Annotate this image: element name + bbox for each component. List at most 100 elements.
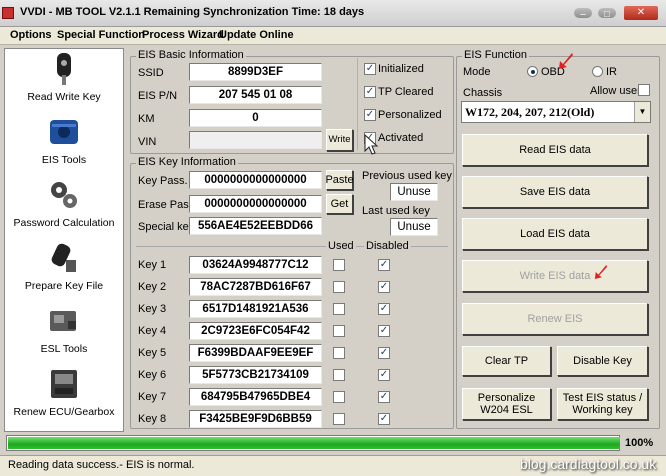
status-text: Reading data success.- EIS is normal. <box>8 459 195 471</box>
eis-pn-field[interactable]: 207 545 01 08 <box>189 86 322 104</box>
last-used-key-field: Unuse <box>390 218 438 236</box>
sidebar-item-read-write-key[interactable]: Read Write Key <box>5 49 123 111</box>
sidebar-item-label: ESL Tools <box>40 343 88 355</box>
sidebar-item-label: Password Calculation <box>13 217 115 229</box>
key-value-field[interactable]: 6517D1481921A536 <box>189 300 322 318</box>
key-disabled-checkbox[interactable]: ✓ <box>378 391 390 403</box>
minimize-icon: – <box>580 9 586 20</box>
key-value-field[interactable]: 2C9723E6FC054F42 <box>189 322 322 340</box>
key-disabled-checkbox[interactable]: ✓ <box>378 259 390 271</box>
close-button[interactable]: ✕ <box>624 6 658 20</box>
vin-write-button[interactable]: Write <box>326 129 353 151</box>
radio-dot <box>531 70 535 74</box>
key-label: Key 6 <box>138 369 167 381</box>
key-disabled-checkbox[interactable]: ✓ <box>378 281 390 293</box>
activated-label: Activated <box>378 132 424 144</box>
sidebar-item-label: EIS Tools <box>41 154 87 166</box>
key-value-field[interactable]: F6399BDAAF9EE9EF <box>189 344 322 362</box>
key-used-checkbox[interactable] <box>333 413 345 425</box>
tp-cleared-label: TP Cleared <box>378 86 434 98</box>
renew-eis-button[interactable]: Renew EIS <box>462 303 648 335</box>
sidebar-item-label: Prepare Key File <box>24 280 104 292</box>
key-file-icon <box>51 243 76 272</box>
personalized-checkbox: ✓ <box>364 109 376 121</box>
menu-special-function[interactable]: Special Function <box>57 29 145 41</box>
special-key-label: Special key <box>138 221 195 233</box>
previous-used-key-label: Previous used key <box>362 170 452 182</box>
key-disabled-checkbox[interactable]: ✓ <box>378 413 390 425</box>
key-disabled-checkbox[interactable]: ✓ <box>378 303 390 315</box>
personalize-w204-esl-button[interactable]: Personalize W204 ESL <box>462 388 551 420</box>
mouse-cursor-icon <box>364 134 379 155</box>
esl-module-icon <box>50 311 76 331</box>
car-key-icon <box>57 53 71 85</box>
chassis-label: Chassis <box>463 87 503 99</box>
sidebar-item-eis-tools[interactable]: EIS Tools <box>5 112 123 174</box>
key-used-checkbox[interactable] <box>333 259 345 271</box>
key-pass-field[interactable]: 0000000000000000 <box>189 171 322 189</box>
key-value-field[interactable]: 78AC7287BD616F67 <box>189 278 322 296</box>
sidebar-item-prepare-key-file[interactable]: Prepare Key File <box>5 238 123 300</box>
load-eis-data-button[interactable]: Load EIS data <box>462 218 648 250</box>
read-eis-data-button[interactable]: Read EIS data <box>462 134 648 166</box>
km-field[interactable]: 0 <box>189 109 322 127</box>
last-used-key-label: Last used key <box>362 205 430 217</box>
allow-user-checkbox[interactable] <box>638 84 650 96</box>
menu-update-online[interactable]: Update Online <box>219 29 294 41</box>
allow-user-label: Allow user <box>590 85 641 97</box>
save-eis-data-button[interactable]: Save EIS data <box>462 176 648 208</box>
sidebar-item-label: Read Write Key <box>27 91 101 103</box>
key-disabled-checkbox[interactable]: ✓ <box>378 369 390 381</box>
key-value-field[interactable]: 5F5773CB21734109 <box>189 366 322 384</box>
key-disabled-checkbox[interactable]: ✓ <box>378 325 390 337</box>
km-label: KM <box>138 113 155 125</box>
key-label: Key 7 <box>138 391 167 403</box>
chevron-down-icon[interactable]: ▼ <box>634 102 650 122</box>
test-eis-status-button[interactable]: Test EIS status / Working key <box>557 388 648 420</box>
sidebar-item-esl-tools[interactable]: ESL Tools <box>5 301 123 363</box>
chassis-select-value: W172, 204, 207, 212(Old) <box>465 105 595 119</box>
mode-ir-label: IR <box>606 66 617 78</box>
key-pass-label: Key Pass. <box>138 175 188 187</box>
disable-key-button[interactable]: Disable Key <box>557 346 648 376</box>
menu-options[interactable]: Options <box>10 29 52 41</box>
mode-obd-radio[interactable] <box>527 66 538 77</box>
clear-tp-button[interactable]: Clear TP <box>462 346 551 376</box>
gears-icon <box>51 182 77 208</box>
key-used-checkbox[interactable] <box>333 347 345 359</box>
initialized-label: Initialized <box>378 63 424 75</box>
tp-cleared-checkbox: ✓ <box>364 86 376 98</box>
sidebar-item-renew-ecu-gearbox[interactable]: Renew ECU/Gearbox <box>5 364 123 426</box>
key-value-field[interactable]: F3425BE9F9D6BB59 <box>189 410 322 428</box>
key-value-field[interactable]: 684795B47965DBE4 <box>189 388 322 406</box>
key-label: Key 3 <box>138 303 167 315</box>
write-eis-data-button[interactable]: Write EIS data <box>462 260 648 292</box>
chassis-select[interactable]: W172, 204, 207, 212(Old) ▼ <box>461 101 651 123</box>
key-used-checkbox[interactable] <box>333 369 345 381</box>
ssid-field[interactable]: 8899D3EF <box>189 63 322 81</box>
sidebar-item-password-calculation[interactable]: Password Calculation <box>5 175 123 237</box>
red-arrow-icon <box>559 53 573 69</box>
key-used-checkbox[interactable] <box>333 391 345 403</box>
maximize-button[interactable]: □ <box>598 8 616 20</box>
minimize-button[interactable]: – <box>574 8 592 20</box>
erase-pass-field[interactable]: 0000000000000000 <box>189 195 322 213</box>
eis-function-title: EIS Function <box>462 49 529 61</box>
key-used-checkbox[interactable] <box>333 303 345 315</box>
key-used-checkbox[interactable] <box>333 281 345 293</box>
mode-ir-radio[interactable] <box>592 66 603 77</box>
progress-fill <box>8 437 620 449</box>
tool-sidebar: Read Write Key EIS Tools Password Calcul… <box>4 48 124 432</box>
key-value-field[interactable]: 03624A9948777C12 <box>189 256 322 274</box>
menu-process-wizard[interactable]: Process Wizard <box>142 29 224 41</box>
watermark: blog.cardiagtool.co.uk <box>520 456 657 472</box>
special-key-field[interactable]: 556AE4E52EEBDD66 <box>189 217 322 235</box>
key-disabled-checkbox[interactable]: ✓ <box>378 347 390 359</box>
paste-button[interactable]: Paste <box>325 170 354 190</box>
initialized-checkbox: ✓ <box>364 63 376 75</box>
key-label: Key 1 <box>138 259 167 271</box>
vin-field[interactable] <box>189 131 322 149</box>
get-button[interactable]: Get <box>326 194 353 214</box>
ecu-icon <box>51 370 77 398</box>
key-used-checkbox[interactable] <box>333 325 345 337</box>
